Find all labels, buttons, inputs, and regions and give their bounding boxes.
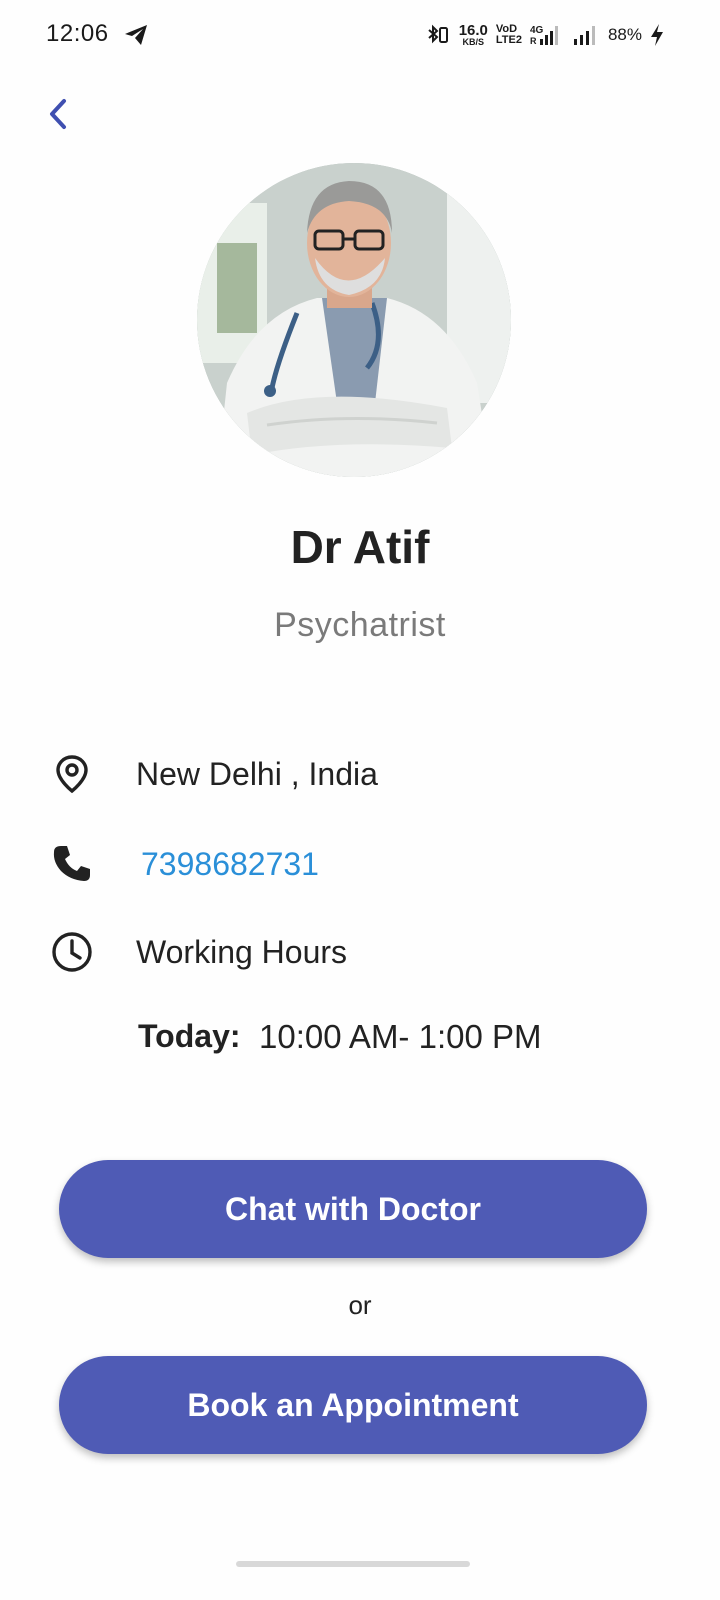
net-speed-value: 16.0 <box>458 21 488 39</box>
telegram-icon <box>125 25 147 45</box>
hours-label: Working Hours <box>136 934 348 970</box>
doctor-specialty: Psychatrist <box>274 606 446 644</box>
volte-indicator: VoD LTE2 <box>496 24 522 46</box>
network-speed: 16.0 KB/S <box>458 21 488 47</box>
status-bar: 12:06 16.0 KB/S VoD LTE2 4G R 88% <box>0 0 720 72</box>
today-label: Today: <box>138 1018 241 1054</box>
today-hours: Today: 10:00 AM- 1:00 PM <box>0 1018 720 1062</box>
back-button[interactable] <box>40 94 76 134</box>
or-separator: or <box>348 1290 372 1320</box>
today-hours-value: 10:00 AM- 1:00 PM <box>259 1018 542 1055</box>
signal-icon <box>572 23 600 47</box>
status-icons: 16.0 KB/S VoD LTE2 4G R 88% <box>425 20 664 50</box>
location-pin-icon <box>50 752 94 796</box>
home-indicator[interactable] <box>236 1561 470 1567</box>
location-row: New Delhi , India <box>0 746 720 806</box>
doctor-name: Dr Atif <box>290 521 430 573</box>
net-speed-unit: KB/S <box>462 36 485 47</box>
network-type: 4G <box>530 25 544 36</box>
roaming-indicator: R <box>530 36 537 46</box>
phone-row: 7398682731 <box>0 835 720 895</box>
clock-icon <box>50 930 94 974</box>
hours-row: Working Hours <box>0 924 720 984</box>
phone-link[interactable]: 7398682731 <box>141 846 319 883</box>
bluetooth-icon <box>425 23 451 47</box>
location-text: New Delhi , India <box>136 756 378 792</box>
battery-percent: 88% <box>607 25 642 44</box>
chevron-left-icon <box>50 99 66 129</box>
chat-with-doctor-button[interactable]: Chat with Doctor <box>59 1160 647 1258</box>
doctor-photo <box>197 163 511 477</box>
volte-bottom: LTE2 <box>495 34 522 46</box>
doctor-avatar <box>197 163 511 477</box>
book-appointment-button[interactable]: Book an Appointment <box>59 1356 647 1454</box>
status-time: 12:06 <box>46 20 109 47</box>
phone-icon <box>50 841 94 885</box>
charging-icon <box>650 23 664 47</box>
signal-4g-icon: 4G R <box>530 23 564 47</box>
